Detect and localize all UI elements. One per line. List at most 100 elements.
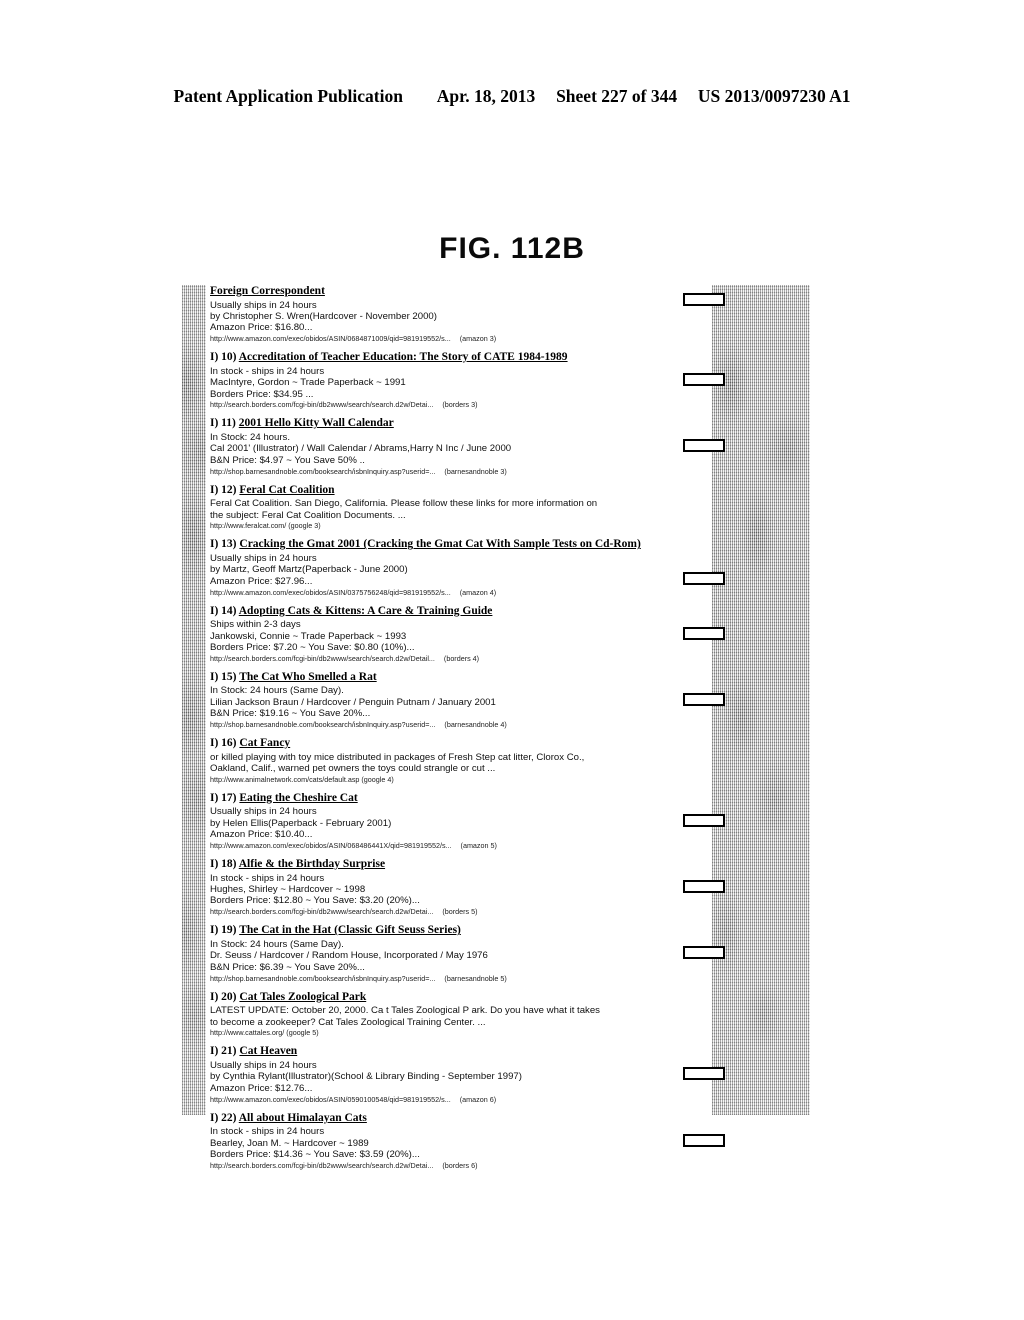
result-title[interactable]: I) 14) Adopting Cats & Kittens: A Care &…: [210, 605, 680, 619]
result-select-checkbox[interactable]: [683, 1133, 725, 1147]
result-url-text[interactable]: http://search.borders.com/fcgi-bin/db2ww…: [210, 1161, 433, 1170]
result-detail-line: In stock - ships in 24 hours: [210, 365, 325, 377]
result-title[interactable]: I) 15) The Cat Who Smelled a Rat: [210, 671, 680, 685]
result-url-text[interactable]: http://www.feralcat.com/ (google 3): [210, 521, 321, 530]
figure-label: FIG. 112B: [439, 232, 585, 265]
result-url[interactable]: http://search.borders.com/fcgi-bin/db2ww…: [210, 654, 680, 663]
result-entry[interactable]: I) 19) The Cat in the Hat (Classic Gift …: [210, 924, 725, 983]
result-detail-line: MacIntyre, Gordon ~ Trade Paperback ~ 19…: [210, 377, 406, 389]
result-title-link[interactable]: Cat Fancy: [239, 737, 290, 749]
result-entry[interactable]: I) 16) Cat Fancy or killed playing with t…: [210, 737, 680, 784]
result-detail-line: Usually ships in 24 hours: [210, 1059, 317, 1071]
page-header: Patent Application Publication Apr. 18, …: [0, 86, 1024, 107]
result-title[interactable]: I) 10) Accreditation of Teacher Educatio…: [210, 351, 680, 365]
result-detail-line: Amazon Price: $27.96...: [210, 575, 313, 587]
result-url-text[interactable]: http://shop.barnesandnoble.com/booksearc…: [210, 974, 435, 983]
result-detail-line: B&N Price: $19.16 ~ You Save 20%...: [210, 708, 371, 720]
result-url-text[interactable]: http://www.amazon.com/exec/obidos/ASIN/0…: [210, 841, 452, 850]
result-entry[interactable]: I) 18) Alfie & the Birthday Surprise In s…: [210, 858, 725, 916]
result-title[interactable]: I) 21) Cat Heaven: [210, 1045, 680, 1059]
result-select-checkbox[interactable]: [683, 293, 725, 306]
result-entry[interactable]: I) 22) All about Himalayan Cats In stock …: [210, 1112, 725, 1170]
result-entry[interactable]: I) 13) Cracking the Gmat 2001 (Cracking …: [210, 538, 725, 597]
result-select-checkbox[interactable]: [683, 373, 725, 387]
result-entry[interactable]: I) 21) Cat Heaven Usually ships in 24 hou…: [210, 1045, 725, 1104]
result-detail-line: Lilian Jackson Braun / Hardcover / Pengu…: [210, 696, 496, 708]
result-detail-line: by Cynthia Rylant(Illustrator)(School & …: [210, 1071, 522, 1083]
result-title[interactable]: Foreign Correspondent: [210, 285, 680, 299]
result-url[interactable]: http://shop.barnesandnoble.com/booksearc…: [210, 974, 680, 983]
result-title[interactable]: I) 19) The Cat in the Hat (Classic Gift …: [210, 924, 680, 938]
result-select-checkbox[interactable]: [683, 880, 725, 894]
result-url[interactable]: http://shop.barnesandnoble.com/booksearc…: [210, 467, 680, 476]
result-select-checkbox[interactable]: [683, 439, 725, 453]
result-url[interactable]: http://www.amazon.com/exec/obidos/ASIN/0…: [210, 588, 680, 597]
result-title-link[interactable]: Cat Heaven: [239, 1045, 297, 1057]
result-entry[interactable]: I) 11) 2001 Hello Kitty Wall Calendar In …: [210, 417, 725, 476]
result-url[interactable]: http://www.animalnetwork.com/cats/defaul…: [210, 775, 680, 784]
result-entry[interactable]: I) 14) Adopting Cats & Kittens: A Care &…: [210, 605, 725, 663]
result-title-link[interactable]: The Cat Who Smelled a Rat: [239, 671, 376, 683]
result-title[interactable]: I) 11) 2001 Hello Kitty Wall Calendar: [210, 417, 680, 431]
result-url-text[interactable]: http://www.amazon.com/exec/obidos/ASIN/0…: [210, 1095, 451, 1104]
result-detail-line: Ships within 2-3 days: [210, 619, 301, 631]
result-title[interactable]: I) 22) All about Himalayan Cats: [210, 1112, 680, 1126]
result-url[interactable]: http://www.amazon.com/exec/obidos/ASIN/0…: [210, 1095, 680, 1104]
result-title-link[interactable]: The Cat in the Hat (Classic Gift Seuss S…: [239, 924, 461, 936]
result-url-text[interactable]: http://shop.barnesandnoble.com/booksearc…: [210, 720, 435, 729]
result-title[interactable]: I) 16) Cat Fancy: [210, 737, 680, 751]
result-url-text[interactable]: http://search.borders.com/fcgi-bin/db2ww…: [210, 400, 433, 409]
result-select-checkbox[interactable]: [683, 626, 725, 640]
result-url[interactable]: http://search.borders.com/fcgi-bin/db2ww…: [210, 907, 680, 916]
result-title-link[interactable]: Eating the Cheshire Cat: [239, 792, 357, 804]
result-title-link[interactable]: Foreign Correspondent: [210, 285, 325, 297]
result-title-link[interactable]: All about Himalayan Cats: [239, 1112, 367, 1124]
result-entry[interactable]: I) 20) Cat Tales Zoological Park LATEST U…: [210, 991, 680, 1038]
result-select-checkbox[interactable]: [683, 813, 725, 827]
result-url[interactable]: http://www.feralcat.com/ (google 3): [210, 521, 680, 530]
result-title-link[interactable]: Accreditation of Teacher Education: The …: [239, 351, 568, 363]
result-title[interactable]: I) 13) Cracking the Gmat 2001 (Cracking …: [210, 538, 680, 552]
search-results-list: Foreign Correspondent Usually ships in 24…: [210, 285, 725, 1178]
result-title[interactable]: I) 17) Eating the Cheshire Cat: [210, 792, 680, 806]
result-title-link[interactable]: Cracking the Gmat 2001 (Cracking the Gma…: [239, 538, 640, 550]
result-url-text[interactable]: http://shop.barnesandnoble.com/booksearc…: [210, 467, 435, 476]
result-title-link[interactable]: Feral Cat Coalition: [239, 484, 334, 496]
result-entry[interactable]: I) 12) Feral Cat Coalition Feral Cat Coal…: [210, 484, 680, 531]
result-title[interactable]: I) 18) Alfie & the Birthday Surprise: [210, 858, 680, 872]
result-index: I) 10): [210, 351, 239, 364]
sheet-number: Sheet 227 of 344: [556, 86, 678, 106]
result-entry[interactable]: I) 15) The Cat Who Smelled a Rat In Stock…: [210, 671, 725, 729]
result-detail-line: Usually ships in 24 hours: [210, 806, 317, 818]
result-title[interactable]: I) 20) Cat Tales Zoological Park: [210, 991, 680, 1005]
result-url-text[interactable]: http://www.amazon.com/exec/obidos/ASIN/0…: [210, 588, 451, 597]
result-detail-line: Feral Cat Coalition. San Diego, Californ…: [210, 498, 598, 510]
result-url[interactable]: http://search.borders.com/fcgi-bin/db2ww…: [210, 400, 680, 409]
result-detail-line: B&N Price: $6.39 ~ You Save 20%...: [210, 961, 365, 973]
result-url-text[interactable]: http://www.cattales.org/ (google 5): [210, 1028, 319, 1037]
result-url-text[interactable]: http://search.borders.com/fcgi-bin/db2ww…: [210, 907, 433, 916]
result-url[interactable]: http://www.amazon.com/exec/obidos/ASIN/0…: [210, 841, 680, 850]
result-source-tag: (barnesandnoble 5): [444, 973, 507, 983]
result-entry[interactable]: Foreign Correspondent Usually ships in 24…: [210, 285, 725, 343]
result-url[interactable]: http://search.borders.com/fcgi-bin/db2ww…: [210, 1161, 680, 1170]
result-title-link[interactable]: Alfie & the Birthday Surprise: [239, 858, 385, 870]
result-url-text[interactable]: http://www.animalnetwork.com/cats/defaul…: [210, 775, 394, 784]
result-select-checkbox[interactable]: [683, 692, 725, 706]
result-entry[interactable]: I) 17) Eating the Cheshire Cat Usually sh…: [210, 792, 725, 850]
result-title-link[interactable]: Adopting Cats & Kittens: A Care & Traini…: [239, 605, 493, 617]
result-url[interactable]: http://www.amazon.com/exec/obidos/ASIN/0…: [210, 334, 680, 343]
result-url[interactable]: http://www.cattales.org/ (google 5): [210, 1028, 680, 1037]
result-select-checkbox[interactable]: [683, 1067, 725, 1081]
result-detail-line: Cal 2001' (Illustrator) / Wall Calendar …: [210, 443, 512, 455]
result-select-checkbox[interactable]: [683, 572, 725, 586]
result-url[interactable]: http://shop.barnesandnoble.com/booksearc…: [210, 720, 680, 729]
result-url-text[interactable]: http://search.borders.com/fcgi-bin/db2ww…: [210, 654, 435, 663]
result-title-link[interactable]: 2001 Hello Kitty Wall Calendar: [239, 417, 394, 429]
result-index: I) 18): [210, 858, 239, 871]
result-title[interactable]: I) 12) Feral Cat Coalition: [210, 484, 680, 498]
result-title-link[interactable]: Cat Tales Zoological Park: [239, 991, 366, 1003]
result-entry[interactable]: I) 10) Accreditation of Teacher Educatio…: [210, 351, 725, 409]
result-select-checkbox[interactable]: [683, 946, 725, 960]
result-url-text[interactable]: http://www.amazon.com/exec/obidos/ASIN/0…: [210, 334, 451, 343]
